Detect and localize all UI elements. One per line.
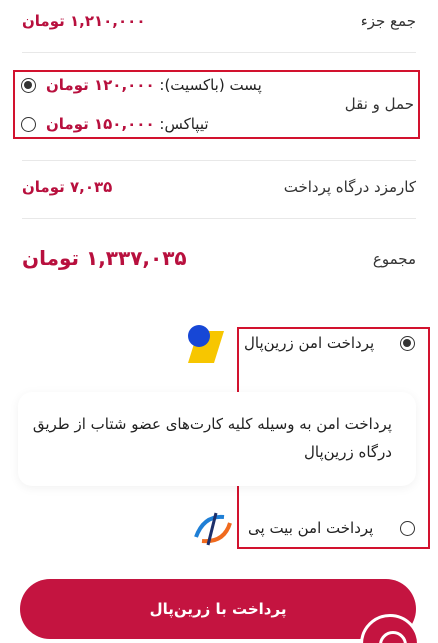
shipping-label: حمل و نقل (344, 95, 414, 113)
subtotal-value: ۱,۲۱۰,۰۰۰ تومان (22, 12, 146, 30)
shipping-option-tipax-text: تیپاکس: ۱۵۰,۰۰۰ تومان (46, 115, 209, 133)
payment-description-card: پرداخت امن به وسیله کلیه کارت‌های عضو شت… (18, 392, 416, 486)
payment-zarinpal-label: پرداخت امن زرین‌پال (244, 334, 375, 352)
payment-description-text: پرداخت امن به وسیله کلیه کارت‌های عضو شت… (32, 415, 392, 461)
shipping-option-post-price: ۱۲۰,۰۰۰ تومان (46, 76, 155, 94)
pay-with-zarinpal-button[interactable]: پرداخت با زرین‌پال (20, 579, 416, 639)
shipping-option-post[interactable]: پست (باکسیت): ۱۲۰,۰۰۰ تومان (20, 76, 300, 98)
total-value: ۱,۳۳۷,۰۳۵ تومان (22, 246, 187, 270)
gateway-fee-label: کارمزد درگاه پرداخت (283, 178, 416, 196)
subtotal-row: جمع جزء ۱,۲۱۰,۰۰۰ تومان (0, 0, 438, 52)
subtotal-label: جمع جزء (360, 12, 416, 30)
divider (22, 218, 416, 219)
payment-radio-zarinpal[interactable] (400, 336, 415, 351)
shipping-option-post-name: پست (باکسیت): (159, 76, 262, 94)
zarinpal-logo-icon (188, 325, 224, 363)
shipping-option-tipax-name: تیپاکس: (159, 115, 209, 133)
divider (22, 160, 416, 161)
shipping-radio-post[interactable] (21, 78, 36, 93)
divider (22, 52, 416, 53)
payment-bitpay-label: پرداخت امن بیت پی (248, 519, 374, 537)
payment-radio-bitpay[interactable] (400, 521, 415, 536)
gateway-fee-value: ۷,۰۳۵ تومان (22, 178, 113, 196)
shipping-option-tipax-price: ۱۵۰,۰۰۰ تومان (46, 115, 155, 133)
total-label: مجموع (372, 250, 416, 268)
shipping-option-tipax[interactable]: تیپاکس: ۱۵۰,۰۰۰ تومان (20, 114, 300, 136)
shipping-radio-tipax[interactable] (21, 117, 36, 132)
shipping-option-post-text: پست (باکسیت): ۱۲۰,۰۰۰ تومان (46, 76, 262, 94)
bitpay-logo-icon (194, 512, 232, 546)
